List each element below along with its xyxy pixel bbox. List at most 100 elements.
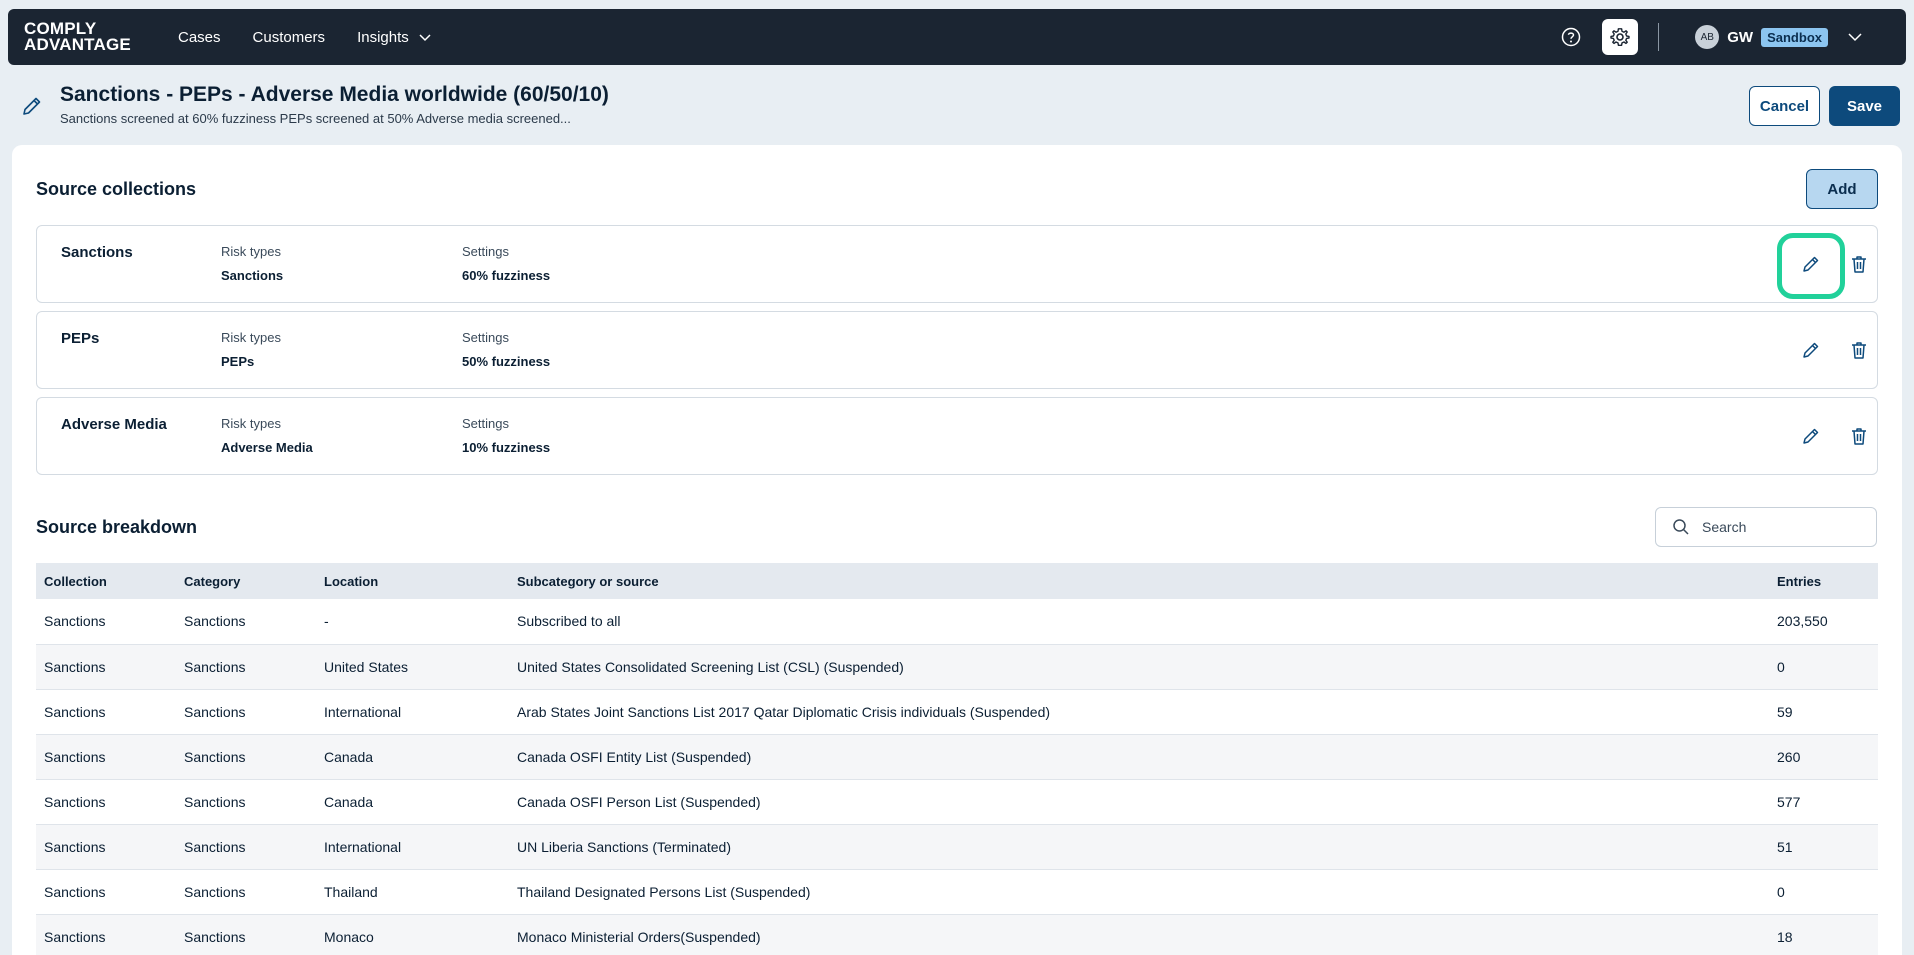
add-button[interactable]: Add	[1806, 169, 1878, 209]
logo-line-2: ADVANTAGE	[24, 35, 131, 54]
risk-types-label: Risk types	[221, 330, 281, 345]
delete-collection-button[interactable]	[1847, 338, 1871, 362]
table-row: Sanctions Sanctions Canada Canada OSFI P…	[36, 779, 1878, 825]
table-row: Sanctions Sanctions Thailand Thailand De…	[36, 869, 1878, 915]
edit-collection-button[interactable]	[1799, 338, 1823, 362]
table-cell: Sanctions	[176, 644, 316, 690]
table-cell: Sanctions	[176, 734, 316, 780]
table-cell: 18	[1769, 914, 1878, 955]
settings-value: 10% fuzziness	[462, 440, 551, 455]
risk-types-label: Risk types	[221, 416, 281, 431]
table-cell: Monaco	[316, 914, 509, 955]
settings-value: 50% fuzziness	[462, 354, 551, 369]
pencil-icon	[1803, 428, 1819, 444]
table-cell: Sanctions	[176, 689, 316, 735]
table-row: Sanctions Sanctions - Subscribed to all …	[36, 599, 1878, 645]
settings-value: 60% fuzziness	[462, 268, 551, 283]
user-area: AB GW Sandbox	[1560, 9, 1906, 65]
cancel-button[interactable]: Cancel	[1749, 86, 1820, 126]
table-cell: Subscribed to all	[509, 599, 1769, 645]
table-cell: Sanctions	[176, 824, 316, 870]
collection-name: Adverse Media	[61, 416, 167, 433]
avatar[interactable]: AB	[1695, 25, 1720, 49]
column-header[interactable]: Entries	[1769, 563, 1878, 599]
risk-types-value: Adverse Media	[221, 440, 313, 455]
table-cell: -	[316, 599, 509, 645]
trash-icon	[1852, 342, 1866, 359]
table-cell: Sanctions	[36, 824, 176, 870]
pencil-icon	[1803, 342, 1819, 358]
main-card: Source collections Add Sanctions Risk ty…	[12, 145, 1902, 955]
nav-item-cases[interactable]: Cases	[178, 29, 221, 46]
save-button[interactable]: Save	[1829, 86, 1900, 126]
trash-icon	[1852, 256, 1866, 273]
table-row: Sanctions Sanctions United States United…	[36, 644, 1878, 690]
source-breakdown-title: Source breakdown	[36, 517, 198, 537]
table-cell: International	[316, 689, 509, 735]
table-cell: Sanctions	[36, 914, 176, 955]
chevron-down-icon	[419, 34, 431, 42]
page-title: Sanctions - PEPs - Adverse Media worldwi…	[60, 83, 609, 106]
help-icon[interactable]	[1560, 26, 1582, 48]
table-cell: Canada	[316, 734, 509, 780]
column-header[interactable]: Collection	[36, 563, 176, 599]
nav-item-insights[interactable]: Insights	[357, 29, 431, 46]
logo[interactable]: COMPLY ADVANTAGE	[24, 20, 154, 54]
page-subtitle: Sanctions screened at 60% fuzziness PEPs…	[60, 111, 571, 126]
table-cell: Thailand	[316, 869, 509, 915]
table-cell: 0	[1769, 644, 1878, 690]
divider	[1658, 23, 1660, 51]
delete-collection-button[interactable]	[1847, 252, 1871, 276]
table-cell: 51	[1769, 824, 1878, 870]
table-row: Sanctions Sanctions Monaco Monaco Minist…	[36, 914, 1878, 955]
risk-types-value: PEPs	[221, 354, 255, 369]
table-cell: Sanctions	[36, 734, 176, 780]
table-cell: Sanctions	[176, 914, 316, 955]
table-cell: 0	[1769, 869, 1878, 915]
table-cell: Canada OSFI Entity List (Suspended)	[509, 734, 1769, 780]
trash-icon	[1852, 428, 1866, 445]
nav-item-label: Cases	[178, 28, 221, 46]
source-collections-title: Source collections	[36, 179, 197, 199]
nav-item-label: Insights	[357, 28, 409, 46]
table-cell: United States	[316, 644, 509, 690]
table-cell: International	[316, 824, 509, 870]
settings-label: Settings	[462, 244, 509, 259]
table-cell: Arab States Joint Sanctions List 2017 Qa…	[509, 689, 1769, 735]
source-breakdown-table: Collection Category Location Subcategory…	[36, 563, 1878, 955]
delete-collection-button[interactable]	[1847, 424, 1871, 448]
table-cell: Canada OSFI Person List (Suspended)	[509, 779, 1769, 825]
nav-item-customers[interactable]: Customers	[253, 29, 326, 46]
table-cell: Sanctions	[176, 599, 316, 645]
pencil-icon	[1803, 256, 1819, 272]
collection-row: Adverse Media Risk types Adverse Media S…	[36, 397, 1878, 475]
column-header[interactable]: Subcategory or source	[509, 563, 1769, 599]
table-cell: Sanctions	[176, 779, 316, 825]
search-input[interactable]	[1702, 519, 1862, 535]
chevron-down-icon[interactable]	[1848, 30, 1862, 44]
table-cell: Sanctions	[36, 779, 176, 825]
table-cell: 577	[1769, 779, 1878, 825]
column-header[interactable]: Category	[176, 563, 316, 599]
collection-row: Sanctions Risk types Sanctions Settings …	[36, 225, 1878, 303]
table-cell: UN Liberia Sanctions (Terminated)	[509, 824, 1769, 870]
collection-row: PEPs Risk types PEPs Settings 50% fuzzin…	[36, 311, 1878, 389]
user-initials: GW	[1727, 28, 1754, 46]
settings-label: Settings	[462, 330, 509, 345]
column-header[interactable]: Location	[316, 563, 509, 599]
pencil-icon[interactable]	[20, 94, 44, 118]
table-cell: Sanctions	[36, 689, 176, 735]
table-header-row: Collection Category Location Subcategory…	[36, 563, 1878, 599]
table-cell: Sanctions	[36, 869, 176, 915]
collection-name: Sanctions	[61, 244, 133, 261]
nav-item-label: Customers	[252, 28, 326, 46]
table-row: Sanctions Sanctions Canada Canada OSFI E…	[36, 734, 1878, 780]
settings-button[interactable]	[1602, 19, 1639, 55]
table-cell: 260	[1769, 734, 1878, 780]
table-cell: Sanctions	[176, 869, 316, 915]
edit-collection-button[interactable]	[1799, 252, 1823, 276]
table-cell: 203,550	[1769, 599, 1878, 645]
risk-types-label: Risk types	[221, 244, 281, 259]
edit-collection-button[interactable]	[1799, 424, 1823, 448]
table-cell: United States Consolidated Screening Lis…	[509, 644, 1769, 690]
